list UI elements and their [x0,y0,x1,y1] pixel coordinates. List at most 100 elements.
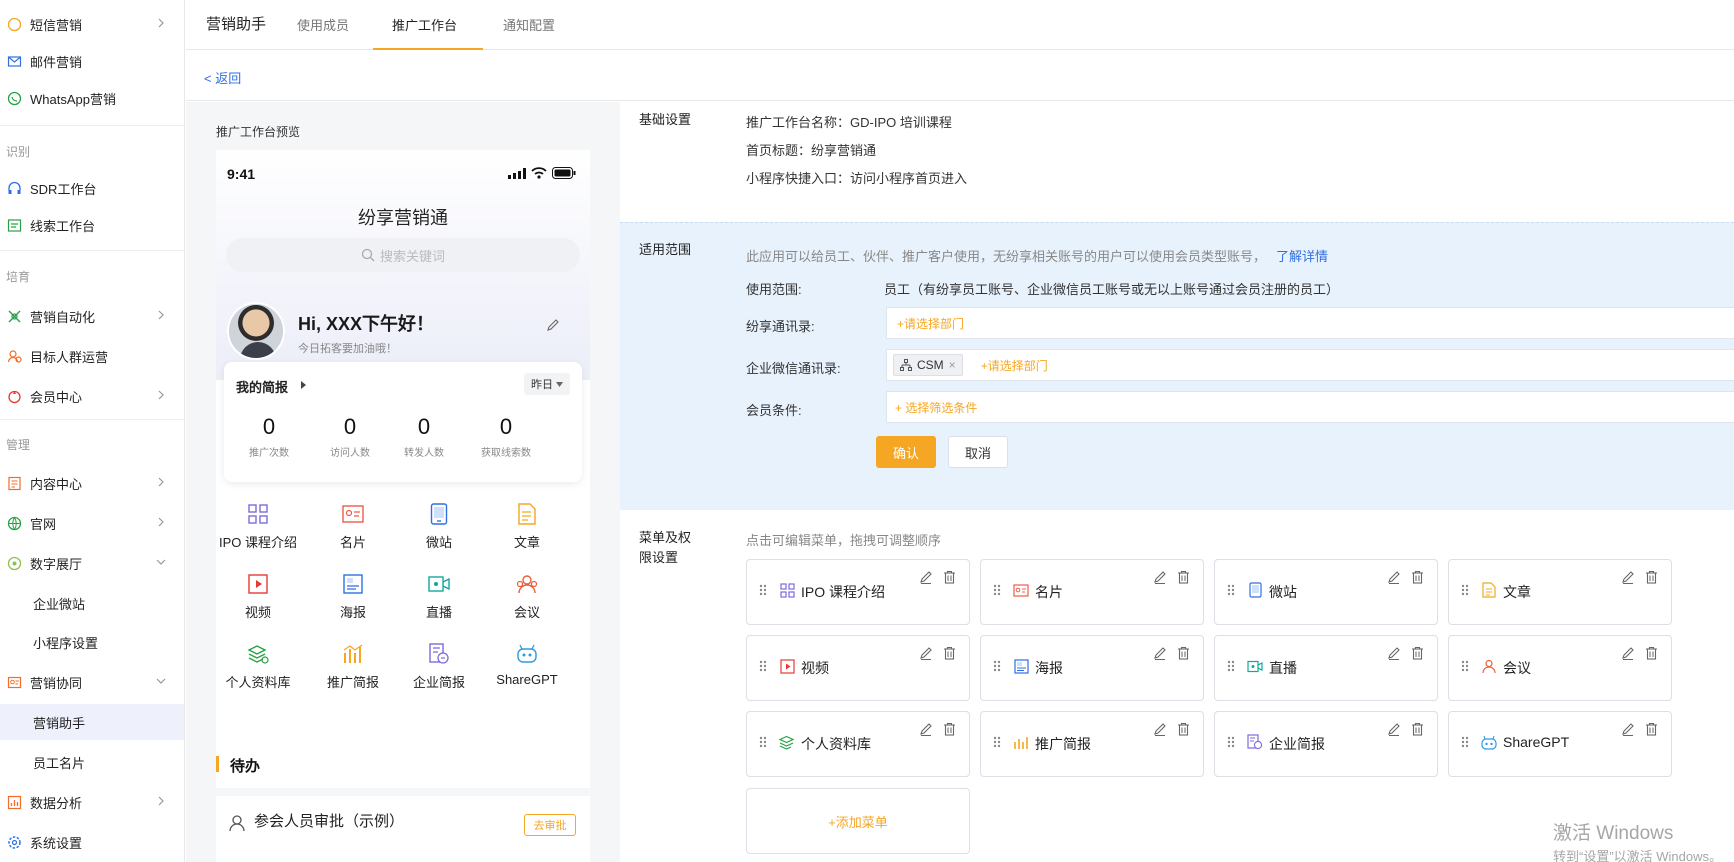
delete-icon[interactable] [1411,570,1424,587]
drag-handle-icon[interactable] [1227,584,1235,599]
learn-more-link[interactable]: 了解详情 [1276,249,1328,264]
menu-card[interactable]: ShareGPT [1448,711,1672,777]
menu-card[interactable]: 海报 [980,635,1204,701]
sidebar-item-website[interactable]: 官网 [0,505,184,541]
delete-icon[interactable] [943,570,956,587]
edit-icon[interactable] [1387,722,1401,739]
drag-handle-icon[interactable] [759,736,767,751]
sidebar-item-sdr[interactable]: SDR工作台 [0,170,184,206]
sidebar-item-settings[interactable]: 系统设置 [0,824,184,860]
drag-handle-icon[interactable] [993,736,1001,751]
sidebar-item-showroom[interactable]: 数字展厅 [0,545,184,581]
delete-icon[interactable] [1645,570,1658,587]
sidebar-item-content[interactable]: 内容中心 [0,465,184,501]
approve-button[interactable]: 去审批 [524,814,576,836]
drag-handle-icon[interactable] [1461,584,1469,599]
sidebar-item-whatsapp[interactable]: WhatsApp营销 [0,80,184,116]
delete-icon[interactable] [1411,646,1424,663]
delete-icon[interactable] [1411,722,1424,739]
edit-icon[interactable] [1153,722,1167,739]
menu-card[interactable]: 文章 [1448,559,1672,625]
delete-icon[interactable] [943,722,956,739]
menu-card[interactable]: IPO 课程介绍 [746,559,970,625]
sidebar-item-member[interactable]: 会员中心 [0,378,184,414]
menu-card[interactable]: 企业简报 [1214,711,1438,777]
phone-menu-item[interactable]: 文章 [482,502,572,551]
sidebar-item-email[interactable]: 邮件营销 [0,43,184,79]
member-condition-field[interactable]: + 选择筛选条件 [886,391,1734,423]
sidebar-item-marketing-assistant[interactable]: 营销助手 [0,704,184,740]
phone-menu-item[interactable]: 微站 [394,502,484,551]
back-link[interactable]: < 返回 [204,68,241,87]
brief-date-select[interactable]: 昨日 [524,373,570,395]
delete-icon[interactable] [1645,646,1658,663]
menu-card[interactable]: 个人资料库 [746,711,970,777]
phone-menu-item[interactable]: 会议 [482,572,572,621]
sidebar-item-automation[interactable]: 营销自动化 [0,298,184,334]
menu-card[interactable]: 推广简报 [980,711,1204,777]
edit-icon[interactable] [919,570,933,587]
menu-card[interactable]: 微站 [1214,559,1438,625]
phone-menu-item[interactable]: IPO 课程介绍 [216,502,303,551]
edit-icon[interactable] [1621,570,1635,587]
sidebar-item-employee-card[interactable]: 员工名片 [0,744,184,780]
greeting-sub: 今日拓客要加油哦！ [298,343,397,355]
sidebar-item-leads[interactable]: 线索工作台 [0,207,184,243]
drag-handle-icon[interactable] [1227,736,1235,751]
drag-handle-icon[interactable] [759,584,767,599]
menu-card[interactable]: 名片 [980,559,1204,625]
edit-icon[interactable] [919,646,933,663]
sidebar-item-miniprogram[interactable]: 小程序设置 [0,624,184,660]
sidebar-item-analytics[interactable]: 数据分析 [0,784,184,820]
tab-promo-workbench[interactable]: 推广工作台 [392,15,457,34]
drag-handle-icon[interactable] [993,584,1001,599]
phone-menu-item[interactable]: 名片 [308,502,398,551]
menu-card-label: ShareGPT [1503,734,1570,750]
sidebar-item-microsite[interactable]: 企业微站 [0,585,184,621]
phone-menu-item[interactable]: ShareGPT [482,642,572,687]
remove-tag-icon[interactable]: × [949,358,956,372]
edit-icon[interactable] [1387,570,1401,587]
drag-handle-icon[interactable] [1461,736,1469,751]
delete-icon[interactable] [1645,722,1658,739]
sidebar-item-label: 目标人群运营 [30,349,109,365]
drag-handle-icon[interactable] [993,660,1001,675]
edit-icon[interactable] [1621,722,1635,739]
delete-icon[interactable] [1177,722,1190,739]
brief-title[interactable]: 我的简报 [236,377,288,396]
sidebar-item-audience[interactable]: 目标人群运营 [0,338,184,374]
delete-icon[interactable] [1177,570,1190,587]
phone-menu-item[interactable]: 视频 [216,572,303,621]
phone-menu-item[interactable]: 企业简报 [394,642,484,691]
wx-contacts-field[interactable]: CSM × +请选择部门 [886,349,1734,381]
phone-search[interactable]: 搜索关键词 [226,238,580,272]
menu-card[interactable]: 会议 [1448,635,1672,701]
drag-handle-icon[interactable] [759,660,767,675]
delete-icon[interactable] [1177,646,1190,663]
fs-contacts-field[interactable]: +请选择部门 [886,307,1734,339]
chevron-right-icon [158,310,164,320]
drag-handle-icon[interactable] [1461,660,1469,675]
sidebar-item-sms[interactable]: 短信营销 [0,6,184,42]
add-menu-button[interactable]: +添加菜单 [746,788,970,854]
phone-menu-item[interactable]: 直播 [394,572,484,621]
phone-menu-item[interactable]: 推广简报 [308,642,398,691]
edit-icon[interactable] [1621,646,1635,663]
tab-members[interactable]: 使用成员 [297,15,349,34]
sidebar-item-collab[interactable]: 营销协同 [0,664,184,700]
edit-icon[interactable] [1387,646,1401,663]
cancel-button[interactable]: 取消 [948,436,1008,468]
delete-icon[interactable] [943,646,956,663]
menu-card[interactable]: 直播 [1214,635,1438,701]
confirm-button[interactable]: 确认 [876,436,936,468]
edit-icon[interactable] [1153,570,1167,587]
phone-menu-item[interactable]: 海报 [308,572,398,621]
edit-icon[interactable] [1153,646,1167,663]
menu-card[interactable]: 视频 [746,635,970,701]
edit-icon[interactable] [919,722,933,739]
drag-handle-icon[interactable] [1227,660,1235,675]
edit-icon[interactable] [546,318,560,332]
tab-notify-config[interactable]: 通知配置 [503,15,555,34]
divider [0,250,184,251]
phone-menu-item[interactable]: 个人资料库 [216,642,303,691]
